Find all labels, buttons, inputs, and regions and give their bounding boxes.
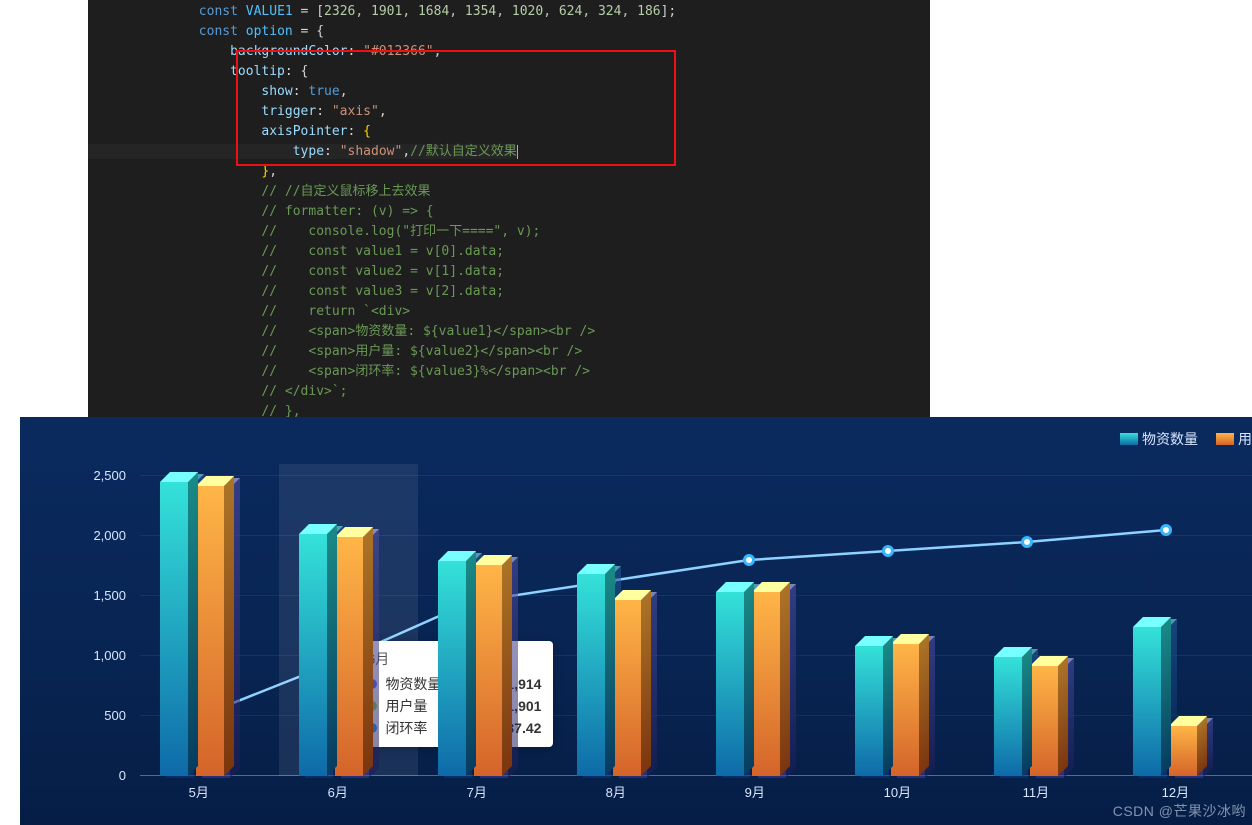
legend-label: 用: [1238, 429, 1252, 449]
code-line: // const value1 = v[0].data;: [88, 244, 504, 259]
x-tick-label: 12月: [1162, 782, 1189, 801]
bar: [577, 574, 605, 776]
bar: [196, 486, 224, 776]
y-tick-label: 500: [76, 708, 126, 723]
plot-canvas: [140, 464, 1252, 776]
text-caret: [517, 145, 518, 159]
tooltip-label: 闭环率: [385, 717, 427, 739]
tooltip-label: 用户量: [385, 695, 427, 717]
bar: [752, 592, 780, 776]
code-line: type: "shadow",//默认自定义效果: [88, 144, 518, 159]
line-marker: [882, 545, 894, 557]
code-line: // <span>物资数量: ${value1}</span><br />: [88, 324, 595, 339]
cube-icon: [1216, 433, 1234, 445]
code-line: axisPointer: {: [88, 124, 371, 139]
plot-area: 0 500 1,000 1,500 2,000 2,500 5月 6月 7月 8月 9月 10月 11…: [20, 464, 1252, 825]
echarts-chart[interactable]: 物资数量 用 0 500 1,000 1,500 2,000 2,500 5月 6月 7月 8月…: [20, 417, 1252, 825]
line-marker: [1160, 524, 1172, 536]
tooltip-label: 物资数量: [385, 673, 441, 695]
bar: [474, 565, 502, 776]
bar: [299, 534, 327, 776]
code-line: // //自定义鼠标移上去效果: [88, 184, 431, 199]
code-line: trigger: "axis",: [88, 104, 387, 119]
code-line: // <span>用户量: ${value2}</span><br />: [88, 344, 582, 359]
legend-label: 物资数量: [1142, 429, 1198, 449]
code-line: // console.log("打印一下====", v);: [88, 224, 540, 239]
code-line: tooltip: {: [88, 64, 308, 79]
y-tick-label: 0: [76, 768, 126, 783]
x-tick-label: 11月: [1023, 782, 1050, 801]
bar: [716, 592, 744, 776]
code-line: // return `<div>: [88, 304, 410, 319]
bar: [1030, 666, 1058, 776]
code-line: const option = {: [88, 24, 324, 39]
x-tick-label: 10月: [884, 782, 911, 801]
code-line: },: [88, 164, 277, 179]
x-tick-label: 5月: [189, 782, 209, 801]
code-line: show: true,: [88, 84, 348, 99]
y-tick-label: 1,000: [76, 648, 126, 663]
csdn-watermark: CSDN @芒果沙冰哟: [1113, 801, 1246, 821]
x-tick-label: 9月: [745, 782, 765, 801]
line-marker: [1021, 536, 1033, 548]
code-line: // const value2 = v[1].data;: [88, 264, 504, 279]
code-line: // </div>`;: [88, 384, 348, 399]
code-line: // formatter: (v) => {: [88, 204, 434, 219]
y-tick-label: 2,000: [76, 528, 126, 543]
bar: [613, 600, 641, 776]
bar: [335, 537, 363, 776]
bar: [438, 561, 466, 776]
code-line: backgroundColor: "#012366",: [88, 44, 441, 59]
bar: [891, 644, 919, 776]
code-editor[interactable]: const VALUE1 = [2326, 1901, 1684, 1354, …: [88, 0, 930, 464]
legend-item-users[interactable]: 用: [1216, 429, 1252, 449]
chart-legend: 物资数量 用: [1120, 429, 1252, 449]
bar: [994, 657, 1022, 776]
code-line: // const value3 = v[2].data;: [88, 284, 504, 299]
y-tick-label: 1,500: [76, 588, 126, 603]
line-marker: [743, 554, 755, 566]
bar: [855, 646, 883, 776]
legend-item-materials[interactable]: 物资数量: [1120, 429, 1198, 449]
code-line: const VALUE1 = [2326, 1901, 1684, 1354, …: [88, 4, 676, 19]
x-tick-label: 6月: [328, 782, 348, 801]
bar: [160, 482, 188, 776]
x-tick-label: 8月: [606, 782, 626, 801]
bar: [1169, 726, 1197, 776]
x-tick-label: 7月: [467, 782, 487, 801]
cube-icon: [1120, 433, 1138, 445]
bar: [1133, 627, 1161, 776]
code-line: // <span>闭环率: ${value3}%</span><br />: [88, 364, 590, 379]
y-tick-label: 2,500: [76, 468, 126, 483]
